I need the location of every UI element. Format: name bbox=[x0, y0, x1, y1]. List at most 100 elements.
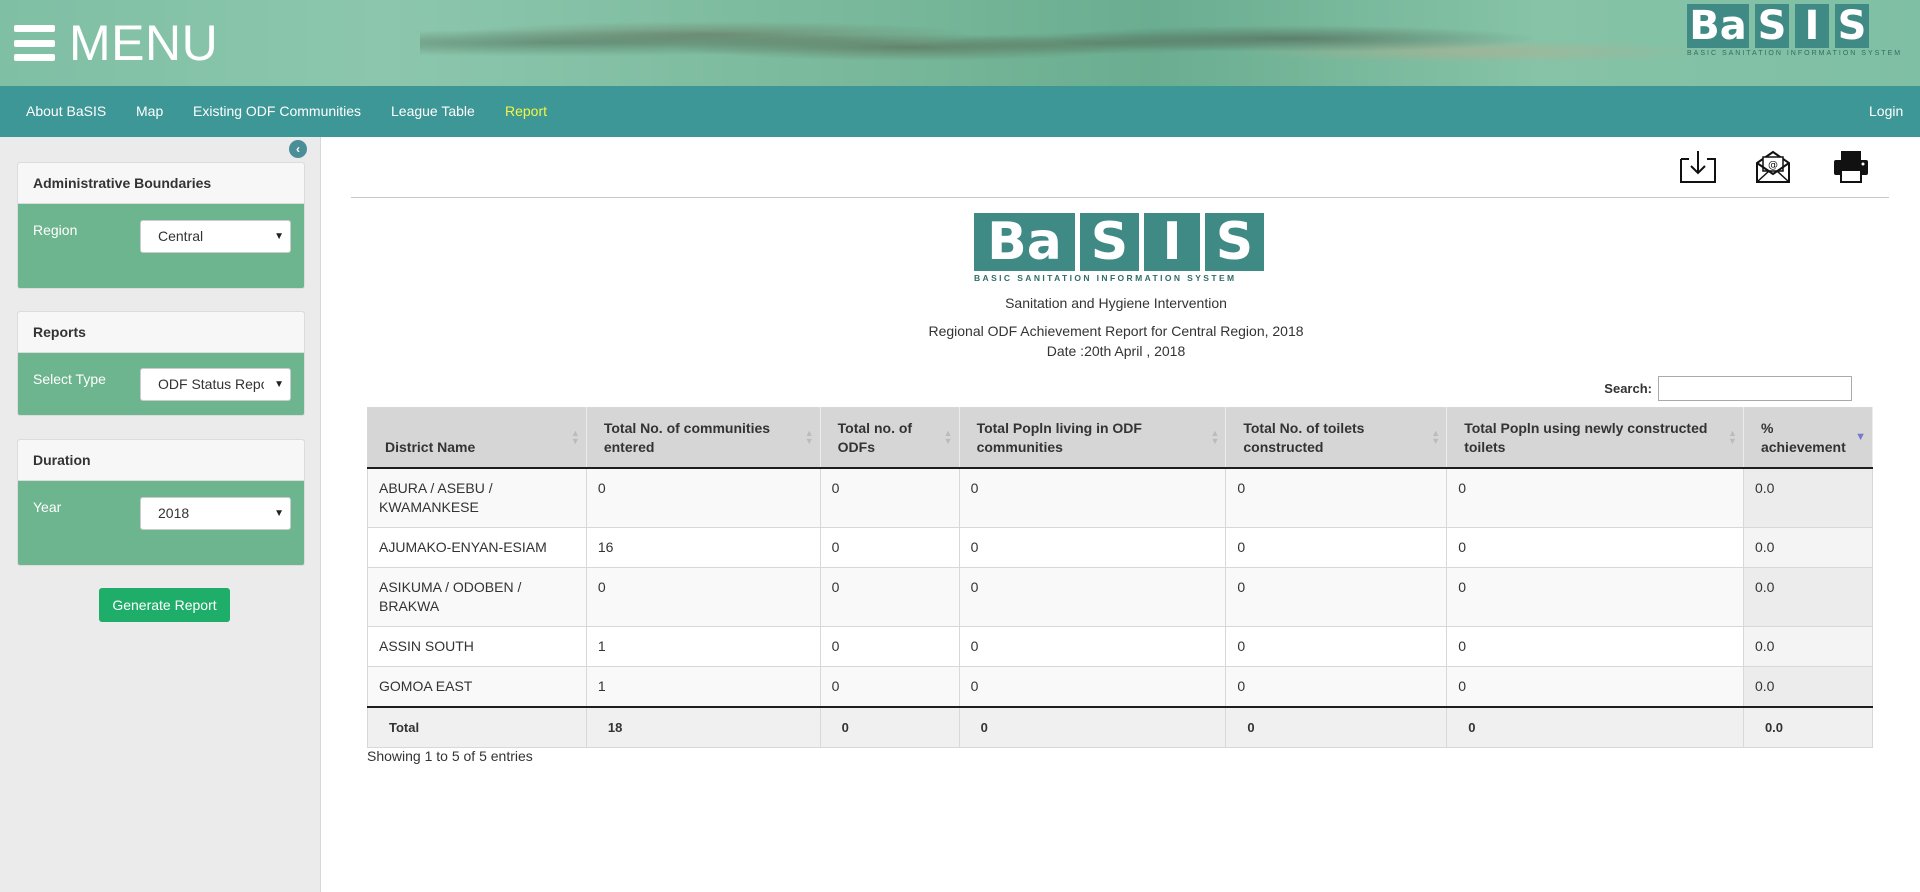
table-cell: 0.0 bbox=[1743, 527, 1874, 568]
table-cell: 0 bbox=[1446, 666, 1744, 707]
download-icon[interactable] bbox=[1678, 149, 1718, 185]
table-info: Showing 1 to 5 of 5 entries bbox=[367, 748, 533, 764]
year-select[interactable]: 2018 ▼ bbox=[140, 497, 291, 530]
nav-existing-odf-communities[interactable]: Existing ODF Communities bbox=[193, 86, 361, 137]
chevron-down-icon: ▼ bbox=[274, 508, 284, 519]
table-row: GOMOA EAST 1 0 0 0 0 0.0 bbox=[367, 666, 1874, 707]
totals-cell: Total bbox=[367, 705, 587, 748]
sort-icon: ▲ ▼ bbox=[1210, 428, 1220, 446]
year-label: Year bbox=[33, 499, 62, 515]
table-row: ASSIN SOUTH 1 0 0 0 0 0.0 bbox=[367, 626, 1874, 667]
chevron-down-icon: ▼ bbox=[274, 379, 284, 390]
logo-tagline: BASIC SANITATION INFORMATION SYSTEM bbox=[1687, 50, 1903, 57]
table-cell: 0 bbox=[820, 527, 960, 568]
logo-letter: S bbox=[1835, 3, 1869, 49]
nav-map[interactable]: Map bbox=[136, 86, 163, 137]
table-totals-row: Total 18 0 0 0 0 0.0 bbox=[367, 705, 1874, 748]
table-cell: 0.0 bbox=[1743, 467, 1874, 528]
table-cell: 0 bbox=[1446, 467, 1744, 528]
table-cell: 0 bbox=[959, 467, 1227, 528]
totals-cell: 0 bbox=[1446, 705, 1744, 748]
table-cell: 0 bbox=[820, 666, 960, 707]
table-cell: 0.0 bbox=[1743, 567, 1874, 627]
basis-logo[interactable]: Ba S I S BASIC SANITATION INFORMATION SY… bbox=[1687, 3, 1903, 60]
report-area: @ Ba S I S BASIC SANITATION INFORMATION … bbox=[322, 137, 1920, 892]
region-select-value: Central bbox=[158, 228, 204, 244]
table-cell: 16 bbox=[586, 527, 821, 568]
table-cell: 0.0 bbox=[1743, 666, 1874, 707]
column-header[interactable]: Total Popln living in ODF communities ▲ ▼ bbox=[959, 407, 1227, 469]
table-cell: 0 bbox=[820, 567, 960, 627]
logo-letter: S bbox=[1080, 212, 1139, 272]
column-header-sorted[interactable]: % achievement ▼ bbox=[1743, 407, 1874, 469]
logo-letter: I bbox=[1795, 3, 1829, 49]
login-link[interactable]: Login bbox=[1869, 86, 1903, 137]
sort-icon: ▲ ▼ bbox=[943, 428, 953, 446]
generate-report-button[interactable]: Generate Report bbox=[99, 588, 230, 622]
logo-letter: Ba bbox=[974, 212, 1075, 272]
logo-letter: S bbox=[1205, 212, 1264, 272]
table-cell: AJUMAKO-ENYAN-ESIAM bbox=[367, 527, 587, 568]
sort-icon: ▲ ▼ bbox=[804, 428, 814, 446]
totals-cell: 0.0 bbox=[1743, 705, 1874, 748]
admin-boundaries-panel: Administrative Boundaries Region Central… bbox=[17, 162, 305, 289]
banner-photo-strip bbox=[420, 0, 1740, 86]
year-select-value: 2018 bbox=[158, 505, 190, 521]
table-row: ABURA / ASEBU / KWAMANKESE 0 0 0 0 0 0.0 bbox=[367, 467, 1874, 528]
totals-cell: 0 bbox=[959, 705, 1227, 748]
table-search: Search: bbox=[1604, 376, 1852, 401]
sort-icon: ▲ ▼ bbox=[1431, 428, 1441, 446]
menu-button[interactable]: MENU bbox=[14, 18, 218, 68]
nav-about[interactable]: About BaSIS bbox=[26, 86, 106, 137]
table-cell: 0 bbox=[1225, 626, 1448, 667]
totals-cell: 18 bbox=[586, 705, 821, 748]
filter-sidebar: ‹ Administrative Boundaries Region Centr… bbox=[0, 137, 321, 892]
collapse-sidebar-icon[interactable]: ‹ bbox=[289, 140, 307, 158]
table-row: AJUMAKO-ENYAN-ESIAM 16 0 0 0 0 0.0 bbox=[367, 527, 1874, 568]
table-cell: 0 bbox=[1446, 626, 1744, 667]
print-icon[interactable] bbox=[1831, 149, 1871, 185]
table-cell: 0 bbox=[1225, 467, 1448, 528]
nav-report[interactable]: Report bbox=[505, 86, 547, 137]
table-cell: ASSIN SOUTH bbox=[367, 626, 587, 667]
sort-desc-icon: ▼ bbox=[1855, 431, 1866, 443]
region-select[interactable]: Central ▼ bbox=[140, 220, 291, 253]
column-header-label: Total No. of communities entered bbox=[603, 419, 771, 455]
search-label: Search: bbox=[1604, 381, 1652, 396]
table-cell: 0 bbox=[586, 567, 821, 627]
email-icon[interactable]: @ bbox=[1753, 149, 1793, 185]
column-header-label: District Name bbox=[385, 438, 476, 455]
logo-letter: S bbox=[1755, 3, 1789, 49]
nav-league-table[interactable]: League Table bbox=[391, 86, 475, 137]
table-cell: ABURA / ASEBU / KWAMANKESE bbox=[367, 467, 587, 528]
totals-cell: 0 bbox=[1225, 705, 1448, 748]
column-header[interactable]: Total no. of ODFs ▲ ▼ bbox=[820, 407, 960, 469]
table-cell: 0 bbox=[1225, 666, 1448, 707]
column-header-label: Total Popln living in ODF communities bbox=[976, 419, 1142, 455]
table-cell: 0 bbox=[1446, 567, 1744, 627]
column-header[interactable]: District Name ▲ ▼ bbox=[367, 407, 587, 469]
region-label: Region bbox=[33, 222, 78, 238]
toolbar-divider bbox=[351, 197, 1889, 198]
table-cell: 0 bbox=[1225, 527, 1448, 568]
column-header-label: % achievement bbox=[1760, 419, 1846, 455]
table-cell: ASIKUMA / ODOBEN / BRAKWA bbox=[367, 567, 587, 627]
report-type-select[interactable]: ODF Status Report ▼ bbox=[140, 368, 291, 401]
table-header-row: District Name ▲ ▼ Total No. of communities… bbox=[367, 407, 1874, 469]
menu-label: MENU bbox=[69, 15, 219, 71]
sort-icon: ▲ ▼ bbox=[570, 428, 580, 446]
column-header[interactable]: Total No. of communities entered ▲ ▼ bbox=[586, 407, 821, 469]
logo-letter: I bbox=[1144, 212, 1200, 272]
duration-panel: Duration Year 2018 ▼ bbox=[17, 439, 305, 566]
main-navbar: About BaSIS Map Existing ODF Communities… bbox=[0, 86, 1920, 137]
table-cell: GOMOA EAST bbox=[367, 666, 587, 707]
panel-title: Duration bbox=[18, 440, 304, 481]
table-row: ASIKUMA / ODOBEN / BRAKWA 0 0 0 0 0 0.0 bbox=[367, 567, 1874, 627]
column-header[interactable]: Total No. of toilets constructed ▲ ▼ bbox=[1225, 407, 1448, 469]
header-banner: MENU Ba S I S BASIC SANITATION INFORMATI… bbox=[0, 0, 1920, 86]
odf-report-table: District Name ▲ ▼ Total No. of communities… bbox=[367, 407, 1874, 748]
hamburger-icon bbox=[14, 25, 55, 61]
column-header[interactable]: Total Popln using newly constructed toil… bbox=[1446, 407, 1744, 469]
column-header-label: Total no. of ODFs bbox=[837, 419, 913, 455]
search-input[interactable] bbox=[1658, 376, 1852, 401]
